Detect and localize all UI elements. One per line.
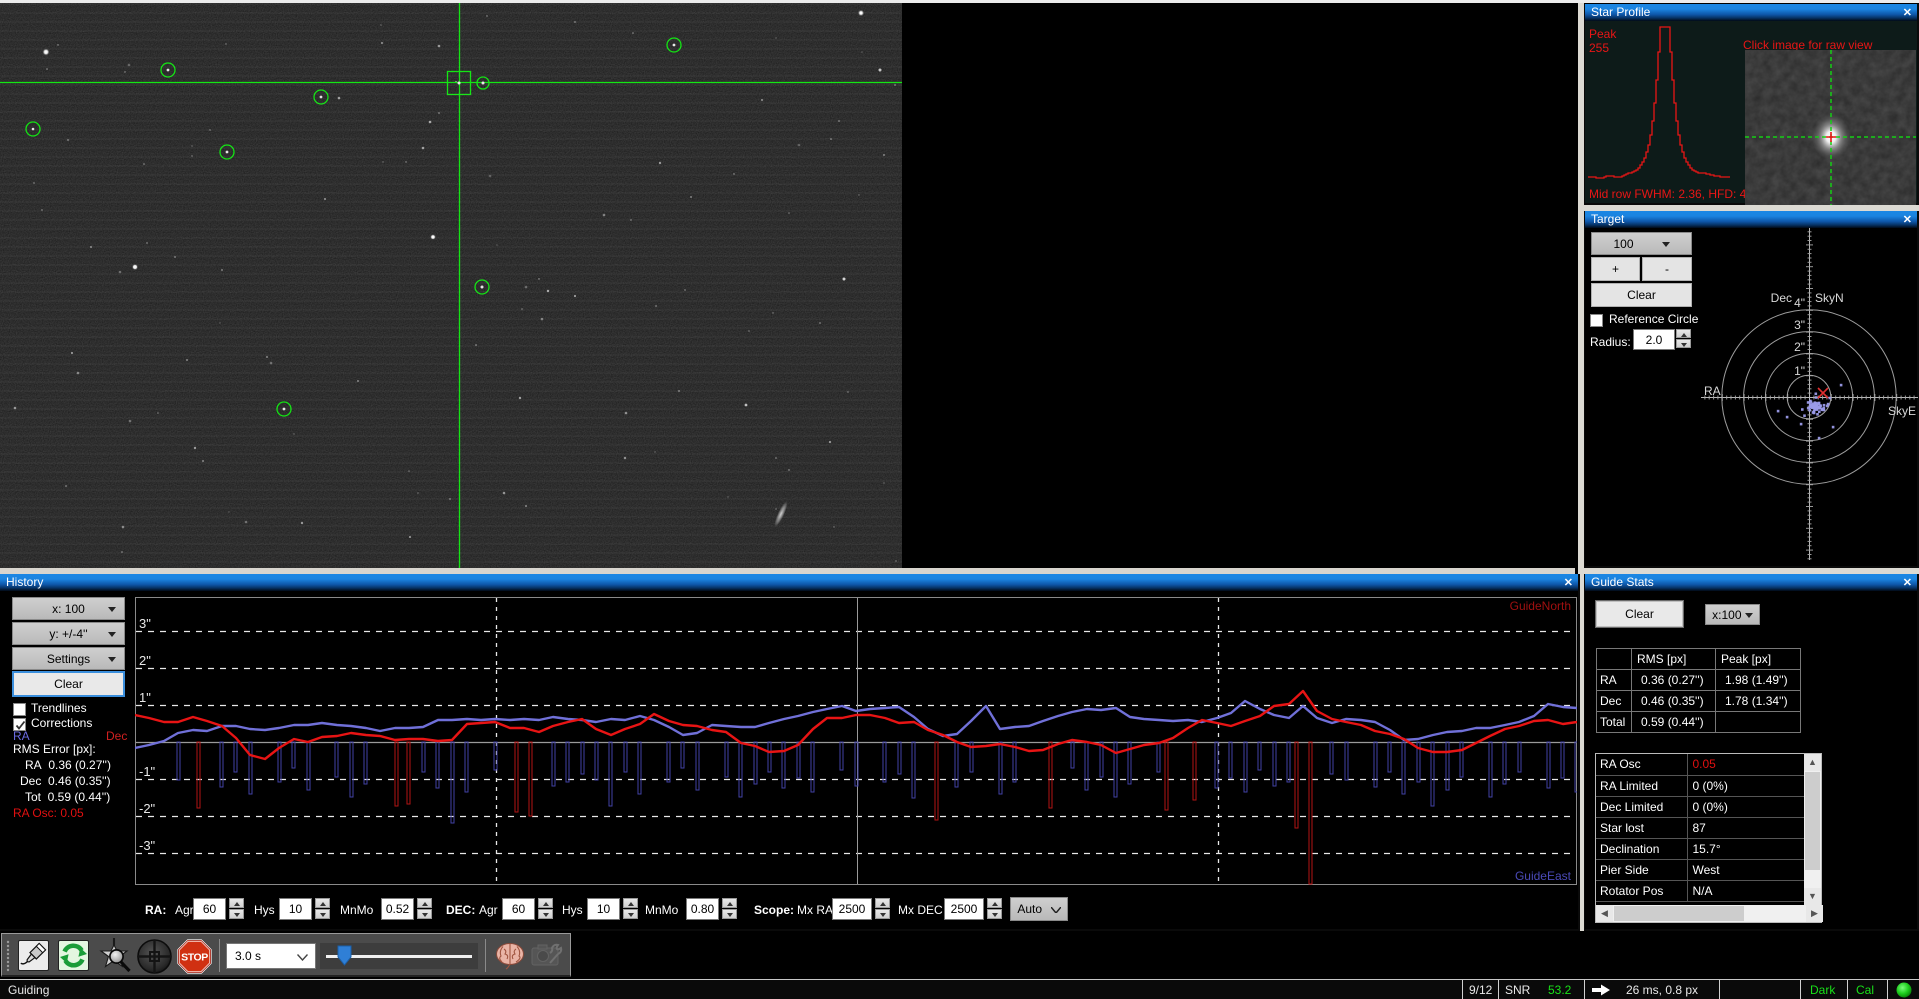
svg-text:2": 2"	[1794, 340, 1805, 354]
svg-text:STOP: STOP	[181, 952, 208, 964]
svg-text:SkyE: SkyE	[1888, 404, 1916, 418]
svg-text:-3": -3"	[139, 838, 156, 853]
svg-text:GuideNorth: GuideNorth	[1510, 599, 1571, 613]
svg-text:GuideEast: GuideEast	[1515, 869, 1572, 883]
svg-text:RA: RA	[1704, 384, 1721, 398]
svg-text:4": 4"	[1794, 296, 1805, 310]
svg-text:3": 3"	[139, 616, 151, 631]
svg-text:1": 1"	[139, 690, 151, 705]
svg-text:-1": -1"	[139, 764, 156, 779]
svg-text:Dec: Dec	[1771, 291, 1792, 305]
svg-text:1": 1"	[1794, 364, 1805, 378]
svg-text:SkyN: SkyN	[1815, 291, 1844, 305]
svg-text:3": 3"	[1794, 318, 1805, 332]
svg-text:2": 2"	[139, 653, 151, 668]
svg-text:-2": -2"	[139, 801, 156, 816]
